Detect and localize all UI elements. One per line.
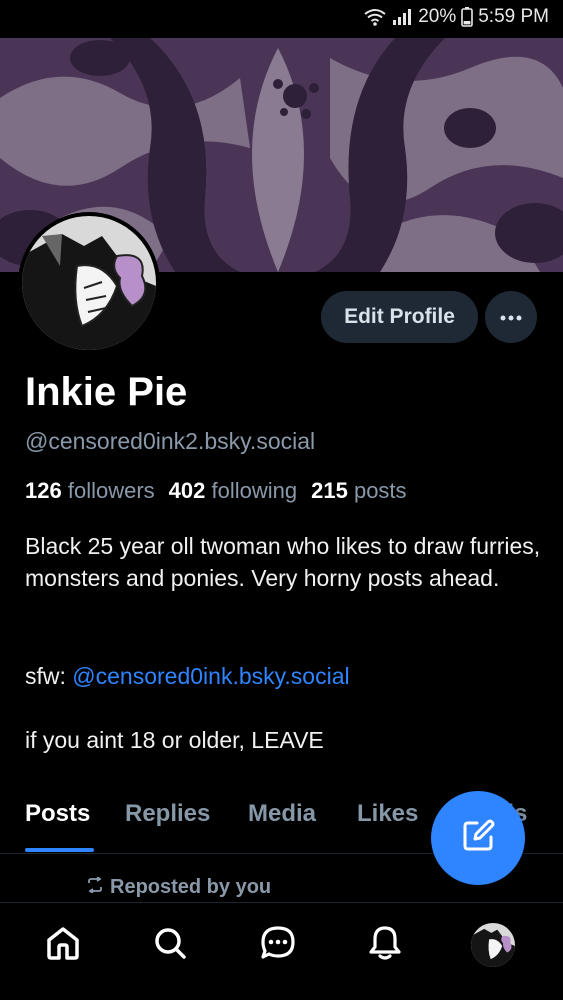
notifications-bell-icon (367, 925, 403, 966)
sfw-account-link[interactable]: @censored0ink.bsky.social (72, 663, 349, 689)
repost-icon (86, 876, 104, 899)
followers-label: followers (67, 478, 155, 503)
wifi-icon (364, 8, 386, 26)
following-label: following (211, 478, 298, 503)
search-icon (152, 925, 188, 966)
bottom-navigation (0, 902, 563, 1000)
status-indicators: 20% 5:59 PM (364, 6, 549, 28)
posts-count: 215 (311, 478, 348, 503)
sfw-prefix: sfw: (25, 663, 73, 689)
following-stat[interactable]: 402 following (169, 478, 297, 504)
battery-percent: 20% (418, 6, 457, 27)
active-tab-indicator (25, 848, 94, 852)
home-icon (45, 925, 81, 966)
tab-likes[interactable]: Likes (357, 800, 418, 828)
profile-avatar[interactable] (18, 212, 160, 354)
battery-icon (461, 7, 474, 27)
clock: 5:59 PM (478, 6, 549, 27)
posts-label: posts (353, 478, 407, 503)
compose-post-button[interactable] (431, 791, 525, 885)
profile-stats: 126 followers 402 following 215 posts (25, 478, 407, 504)
edit-profile-button[interactable]: Edit Profile (321, 291, 478, 343)
ellipsis-icon (500, 308, 522, 326)
nav-search[interactable] (148, 923, 192, 967)
status-bar: 20% 5:59 PM (0, 0, 563, 38)
tab-replies[interactable]: Replies (125, 800, 210, 828)
repost-indicator[interactable]: Reposted by you (86, 876, 271, 899)
posts-stat: 215 posts (311, 478, 406, 504)
compose-icon (461, 819, 495, 858)
followers-count: 126 (25, 478, 62, 503)
bio-sfw-line: sfw: @censored0ink.bsky.social (25, 660, 545, 692)
profile-avatar-small (471, 923, 515, 967)
chat-icon (260, 925, 296, 966)
profile-handle: @censored0ink2.bsky.social (25, 428, 316, 454)
tab-posts[interactable]: Posts (25, 800, 90, 828)
nav-notifications[interactable] (363, 923, 407, 967)
followers-stat[interactable]: 126 followers (25, 478, 155, 504)
nav-profile[interactable] (471, 923, 515, 967)
bio-age-warning: if you aint 18 or older, LEAVE (25, 727, 324, 753)
more-options-button[interactable] (485, 291, 537, 343)
signal-icon (391, 8, 413, 26)
nav-home[interactable] (41, 923, 85, 967)
display-name: Inkie Pie (25, 370, 188, 414)
bio-description: Black 25 year oll twoman who likes to dr… (25, 533, 541, 591)
repost-label: Reposted by you (110, 876, 272, 898)
following-count: 402 (168, 478, 206, 503)
nav-chat[interactable] (256, 923, 300, 967)
tab-media[interactable]: Media (248, 800, 316, 828)
